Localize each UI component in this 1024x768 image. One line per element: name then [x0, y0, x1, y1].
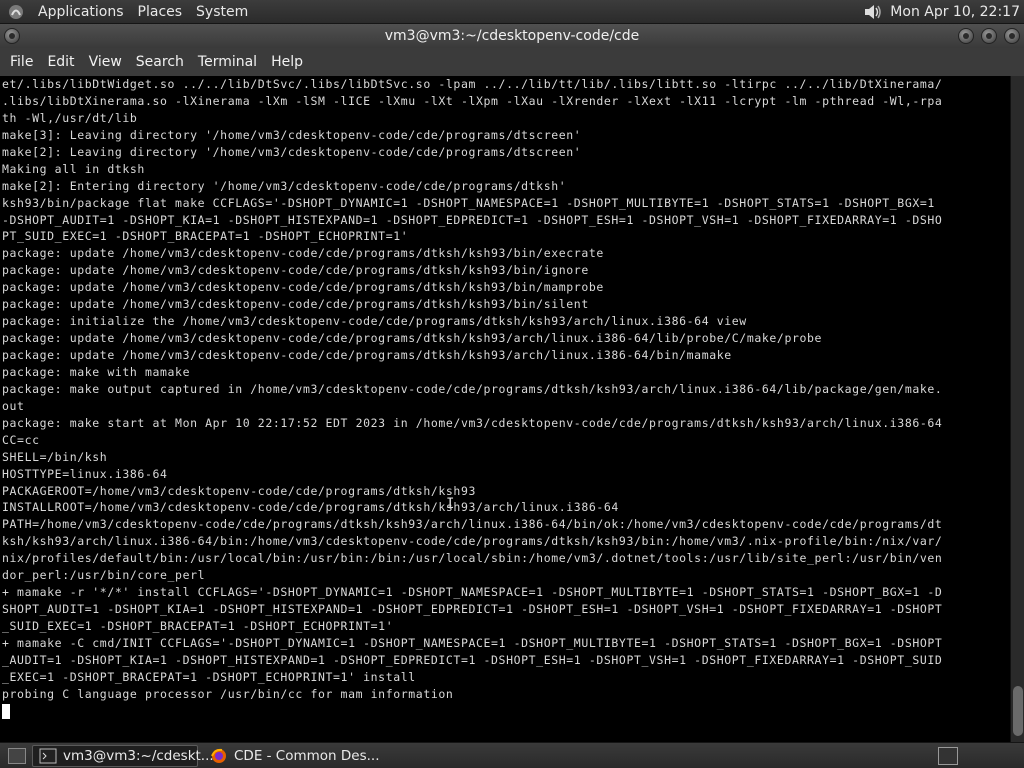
system-menu[interactable]: System	[189, 0, 255, 24]
terminal-line: probing C language processor /usr/bin/cc…	[2, 686, 454, 701]
terminal-line: -DSHOPT_AUDIT=1 -DSHOPT_KIA=1 -DSHOPT_HI…	[2, 212, 943, 227]
terminal-line: _EXEC=1 -DSHOPT_BRACEPAT=1 -DSHOPT_ECHOP…	[2, 669, 416, 684]
terminal-line: INSTALLROOT=/home/vm3/cdesktopenv-code/c…	[2, 500, 619, 515]
clock[interactable]: Mon Apr 10, 22:17	[890, 4, 1024, 20]
terminal-line: package: update /home/vm3/cdesktopenv-co…	[2, 280, 604, 295]
terminal-line: package: update /home/vm3/cdesktopenv-co…	[2, 348, 732, 362]
places-menu[interactable]: Places	[131, 0, 190, 24]
text-cursor-icon: I	[446, 496, 456, 512]
terminal-line: et/.libs/libDtWidget.so ../../lib/DtSvc/…	[2, 77, 943, 91]
speaker-icon[interactable]	[862, 2, 884, 22]
menu-terminal[interactable]: Terminal	[191, 48, 264, 76]
terminal-line: ksh93/bin/package flat make CCFLAGS='-DS…	[2, 195, 935, 210]
terminal-line: dor_perl:/usr/bin/core_perl	[2, 568, 206, 583]
menu-file[interactable]: File	[3, 48, 40, 76]
distro-logo-icon[interactable]	[7, 3, 25, 21]
terminal-line: make[3]: Leaving directory '/home/vm3/cd…	[2, 127, 582, 142]
workspace-switcher-icon[interactable]	[938, 746, 958, 765]
window-title: vm3@vm3:~/cdesktopenv-code/cde	[384, 28, 640, 44]
terminal-line: package: update /home/vm3/cdesktopenv-co…	[2, 297, 589, 312]
terminal-line: package: update /home/vm3/cdesktopenv-co…	[2, 263, 589, 278]
terminal-line: Making all in dtksh	[2, 161, 145, 176]
terminal-line: HOSTTYPE=linux.i386-64	[2, 466, 168, 481]
terminal-line: PT_SUID_EXEC=1 -DSHOPT_BRACEPAT=1 -DSHOP…	[2, 229, 409, 244]
terminal-line: ksh/ksh93/arch/linux.i386-64/bin:/home/v…	[2, 534, 943, 549]
terminal-line: package: update /home/vm3/cdesktopenv-co…	[2, 331, 823, 346]
terminal-output[interactable]: et/.libs/libDtWidget.so ../../lib/DtSvc/…	[0, 76, 1010, 742]
task-firefox[interactable]: CDE - Common Des...	[204, 745, 380, 767]
task-firefox-label: CDE - Common Des...	[234, 747, 380, 764]
show-desktop-icon[interactable]	[8, 747, 26, 764]
menu-search[interactable]: Search	[129, 48, 191, 76]
terminal-line: SHOPT_AUDIT=1 -DSHOPT_KIA=1 -DSHOPT_HIST…	[2, 602, 943, 617]
window-titlebar[interactable]: vm3@vm3:~/cdesktopenv-code/cde	[0, 24, 1024, 48]
task-terminal[interactable]: vm3@vm3:~/cdeskt...	[32, 744, 214, 767]
window-menu-icon[interactable]	[4, 28, 20, 44]
terminal-line: _AUDIT=1 -DSHOPT_KIA=1 -DSHOPT_HISTEXPAN…	[2, 652, 943, 667]
minimize-icon[interactable]	[958, 28, 974, 44]
terminal-line: PATH=/home/vm3/cdesktopenv-code/cde/prog…	[2, 517, 943, 532]
terminal-line: out	[2, 398, 25, 413]
terminal-scrollbar[interactable]	[1010, 76, 1024, 742]
terminal-line: th -Wl,/usr/dt/lib	[2, 110, 138, 125]
terminal-line: _SUID_EXEC=1 -DSHOPT_BRACEPAT=1 -DSHOPT_…	[2, 619, 394, 633]
terminal-line: PACKAGEROOT=/home/vm3/cdesktopenv-code/c…	[2, 483, 476, 498]
terminal-line: make[2]: Leaving directory '/home/vm3/cd…	[2, 144, 582, 159]
terminal-line: package: initialize the /home/vm3/cdeskt…	[2, 314, 747, 329]
maximize-icon[interactable]	[981, 28, 997, 44]
bottom-taskbar: vm3@vm3:~/cdeskt... CDE - Common Des...	[0, 742, 1024, 768]
terminal-line: CC=cc	[2, 432, 40, 447]
terminal-line: package: update /home/vm3/cdesktopenv-co…	[2, 246, 604, 261]
terminal-line: package: make with mamake	[2, 364, 191, 379]
terminal-icon	[39, 748, 57, 764]
terminal-cursor	[2, 703, 10, 719]
terminal-menubar: File Edit View Search Terminal Help	[0, 48, 1024, 76]
terminal-line: nix/profiles/default/bin:/usr/local/bin:…	[2, 551, 943, 566]
menu-edit[interactable]: Edit	[40, 48, 81, 76]
panel-tray: Mon Apr 10, 22:17	[862, 0, 1024, 24]
terminal-line: make[2]: Entering directory '/home/vm3/c…	[2, 178, 567, 193]
firefox-icon	[210, 748, 228, 764]
task-terminal-label: vm3@vm3:~/cdeskt...	[63, 747, 214, 764]
menu-help[interactable]: Help	[264, 48, 310, 76]
terminal-lines: et/.libs/libDtWidget.so ../../lib/DtSvc/…	[2, 76, 1010, 720]
terminal-line: package: make output captured in /home/v…	[2, 381, 943, 396]
scrollbar-thumb[interactable]	[1013, 686, 1023, 736]
menu-view[interactable]: View	[82, 48, 129, 76]
terminal-line: + mamake -C cmd/INIT CCFLAGS='-DSHOPT_DY…	[2, 635, 943, 650]
terminal-line	[2, 703, 1010, 720]
terminal-line: .libs/libDtXinerama.so -lXinerama -lXm -…	[2, 93, 943, 108]
terminal-line: package: make start at Mon Apr 10 22:17:…	[2, 415, 943, 430]
close-icon[interactable]	[1004, 28, 1020, 44]
terminal-line: SHELL=/bin/ksh	[2, 449, 108, 464]
top-panel: Applications Places System Mon Apr 10, 2…	[0, 0, 1024, 24]
terminal-line: + mamake -r '*/*' install CCFLAGS='-DSHO…	[2, 585, 943, 600]
applications-menu[interactable]: Applications	[31, 0, 131, 24]
